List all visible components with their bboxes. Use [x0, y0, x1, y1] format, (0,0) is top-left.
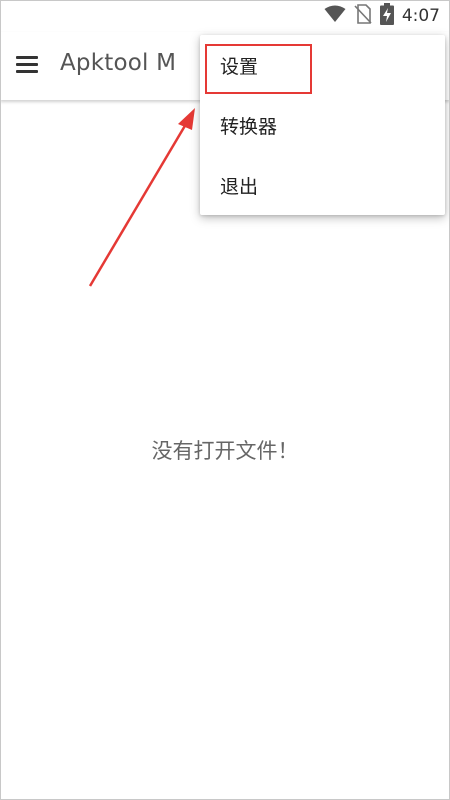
- status-icons: 4:07: [324, 3, 440, 29]
- wifi-icon: [324, 5, 346, 27]
- app-title: Apktool M: [60, 50, 177, 76]
- menu-item-converter[interactable]: 转换器: [200, 95, 445, 155]
- no-sim-icon: [354, 4, 372, 28]
- menu-item-exit[interactable]: 退出: [200, 155, 445, 215]
- status-time: 4:07: [401, 6, 440, 26]
- menu-item-settings[interactable]: 设置: [200, 35, 445, 95]
- status-bar: 4:07: [0, 0, 450, 32]
- overflow-menu: 设置 转换器 退出: [200, 35, 445, 215]
- battery-charging-icon: [379, 3, 394, 29]
- empty-state-message: 没有打开文件！: [151, 439, 299, 463]
- hamburger-menu-icon[interactable]: [16, 53, 42, 79]
